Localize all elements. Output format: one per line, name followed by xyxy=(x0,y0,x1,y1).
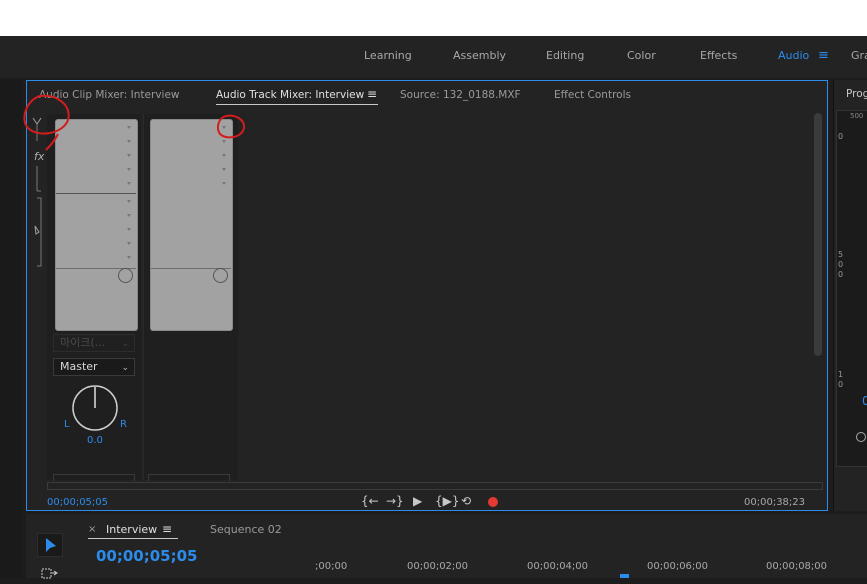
track2-effects-rack[interactable] xyxy=(150,119,233,331)
chevron-down-icon: ⌄ xyxy=(121,363,129,373)
track1-slot-arrow-icon[interactable] xyxy=(127,154,131,157)
workspace-tab-color[interactable]: Color xyxy=(627,49,656,62)
active-tab-underline xyxy=(216,104,378,105)
track1-output-dropdown[interactable]: Master ⌄ xyxy=(53,358,135,376)
pan-left-label: L xyxy=(64,419,70,430)
tools-panel-edge xyxy=(0,514,22,578)
meter-label-1: 1 0 xyxy=(838,370,844,389)
current-time[interactable]: 00;00;05;05 xyxy=(47,497,108,508)
tab-audio-track-mixer[interactable]: Audio Track Mixer: Interview xyxy=(216,89,364,101)
track1-rack-divider xyxy=(56,193,136,194)
workspace-tab-effects[interactable]: Effects xyxy=(700,49,737,62)
active-tab-underline xyxy=(88,538,178,539)
play-button[interactable]: ▶ xyxy=(413,494,422,508)
workspace-bar: Learning Assembly Editing Color Effects … xyxy=(0,36,867,78)
ruler-label: 00;00;08;00 xyxy=(766,561,828,572)
selection-arrow-icon xyxy=(46,538,56,552)
duration-time: 00;00;38;23 xyxy=(744,497,806,508)
workspace-tab-graphics[interactable]: Gra xyxy=(851,49,867,62)
track2-slot-arrow-icon[interactable] xyxy=(222,154,226,157)
tab-program[interactable]: Prog xyxy=(846,88,867,100)
track1-send-arrow-icon[interactable] xyxy=(127,256,131,259)
track1-send-arrow-icon[interactable] xyxy=(127,214,131,217)
ruler-label: 00;00;04;00 xyxy=(527,561,589,572)
pan-right-label: R xyxy=(120,419,127,430)
timeline-menu-icon[interactable]: ≡ xyxy=(162,522,172,536)
track2-slot-arrow-icon[interactable] xyxy=(222,182,226,185)
tab-source[interactable]: Source: 132_0188.MXF xyxy=(400,89,521,101)
workspace-menu-icon[interactable]: ≡ xyxy=(818,48,829,63)
go-to-out-button[interactable]: →} xyxy=(386,494,404,508)
workspace-tab-editing[interactable]: Editing xyxy=(546,49,584,62)
track1-next-control xyxy=(53,474,135,481)
ruler-label: 00;00;02;00 xyxy=(407,561,469,572)
track1-send-arrow-icon[interactable] xyxy=(127,242,131,245)
annotation-circle-large xyxy=(23,94,70,151)
track1-slot-arrow-icon[interactable] xyxy=(127,168,131,171)
tab-sequence-02[interactable]: Sequence 02 xyxy=(210,523,282,536)
panel-menu-icon[interactable]: ≡ xyxy=(367,87,377,101)
workspace-tab-audio[interactable]: Audio xyxy=(778,49,809,62)
go-to-in-button[interactable]: {← xyxy=(361,494,379,508)
selection-tool-button[interactable] xyxy=(37,533,63,557)
track1-input-label: 마이크(... xyxy=(60,336,106,349)
play-in-to-out-button[interactable]: {▶} xyxy=(435,494,460,508)
playhead[interactable] xyxy=(620,574,629,578)
meter-label-0: 0 xyxy=(838,132,844,141)
track2-slot-arrow-icon[interactable] xyxy=(222,168,226,171)
program-timecode[interactable]: 0 xyxy=(862,394,867,408)
meter-label-50: 5 0 0 xyxy=(838,250,844,279)
zoom-slider-handle[interactable] xyxy=(856,432,866,442)
track1-send-knob[interactable] xyxy=(118,268,133,283)
tab-interview[interactable]: Interview xyxy=(106,523,157,536)
chevron-down-icon: ⌄ xyxy=(121,339,129,349)
timeline-timecode[interactable]: 00;00;05;05 xyxy=(96,547,198,565)
ruler-label: ;00;00 xyxy=(315,561,348,572)
close-icon[interactable]: × xyxy=(88,524,96,535)
audio-meter xyxy=(836,110,867,467)
ruler-label: 00;00;06;00 xyxy=(647,561,709,572)
annotation-circle-small xyxy=(217,114,246,139)
horizontal-scrollbar[interactable] xyxy=(47,482,823,490)
loop-button[interactable]: ⟲ xyxy=(461,494,471,508)
track-select-tool-button[interactable] xyxy=(40,565,58,579)
track1-output-label: Master xyxy=(60,360,98,373)
vertical-scrollbar[interactable] xyxy=(814,113,822,356)
track1-send-arrow-icon[interactable] xyxy=(127,200,131,203)
track1-pan-knob[interactable] xyxy=(70,383,120,433)
program-monitor-panel: Prog 500 0 5 0 0 1 0 0 xyxy=(833,80,867,511)
top-blank-area xyxy=(0,0,867,36)
track-select-icon xyxy=(41,568,58,579)
track1-slot-arrow-icon[interactable] xyxy=(127,126,131,129)
meter-top-label: 500 xyxy=(850,112,864,120)
track1-input-dropdown[interactable]: 마이크(... ⌄ xyxy=(53,334,135,352)
tab-effect-controls[interactable]: Effect Controls xyxy=(554,89,631,101)
track1-slot-arrow-icon[interactable] xyxy=(127,140,131,143)
workspace-tab-assembly[interactable]: Assembly xyxy=(453,49,506,62)
workspace-tab-learning[interactable]: Learning xyxy=(364,49,412,62)
track1-send-arrow-icon[interactable] xyxy=(127,228,131,231)
track2-send-knob[interactable] xyxy=(213,268,228,283)
track2-next-control xyxy=(148,474,230,481)
pan-value[interactable]: 0.0 xyxy=(87,435,103,446)
record-button[interactable] xyxy=(488,497,498,507)
track1-slot-arrow-icon[interactable] xyxy=(127,182,131,185)
